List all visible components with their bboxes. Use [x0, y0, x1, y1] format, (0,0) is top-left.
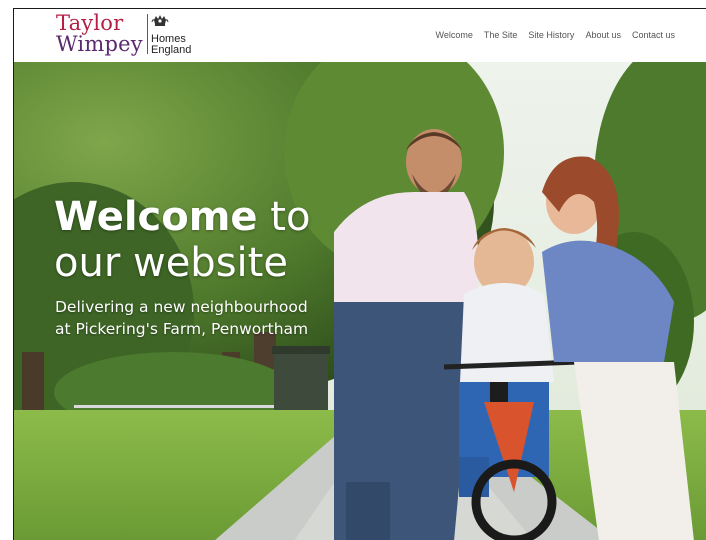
browser-frame: Taylor Wimpey Homes England Welcome The …: [13, 8, 706, 540]
hero-subtitle: Delivering a new neighbourhood at Picker…: [55, 296, 308, 340]
logo-taylor-text: Taylor: [56, 11, 124, 35]
hero-title-rest: to: [270, 194, 311, 240]
nav-the-site[interactable]: The Site: [484, 27, 518, 43]
hero-title: Welcome to our website: [54, 194, 310, 286]
nav-welcome[interactable]: Welcome: [436, 27, 473, 43]
logo-divider: [147, 14, 148, 54]
hero-title-line2: our website: [54, 240, 288, 286]
nav-site-history[interactable]: Site History: [528, 27, 574, 43]
hero-title-bold: Welcome: [54, 194, 258, 240]
main-nav: Welcome The Site Site History About us C…: [436, 27, 675, 43]
homes-england-logo[interactable]: Homes England: [151, 13, 211, 57]
taylor-wimpey-logo[interactable]: Taylor Wimpey: [56, 13, 144, 57]
hero-subtitle-line2: at Pickering's Farm, Penwortham: [55, 320, 309, 338]
royal-crest-icon: [151, 15, 169, 26]
hero-banner: Welcome to our website Delivering a new …: [14, 62, 706, 540]
site-header: Taylor Wimpey Homes England Welcome The …: [14, 9, 706, 62]
logo-wimpey-text: Wimpey: [56, 32, 143, 56]
nav-contact-us[interactable]: Contact us: [632, 27, 675, 43]
nav-about-us[interactable]: About us: [585, 27, 621, 43]
logo-england-text: England: [151, 44, 192, 56]
hero-subtitle-line1: Delivering a new neighbourhood: [55, 298, 308, 316]
